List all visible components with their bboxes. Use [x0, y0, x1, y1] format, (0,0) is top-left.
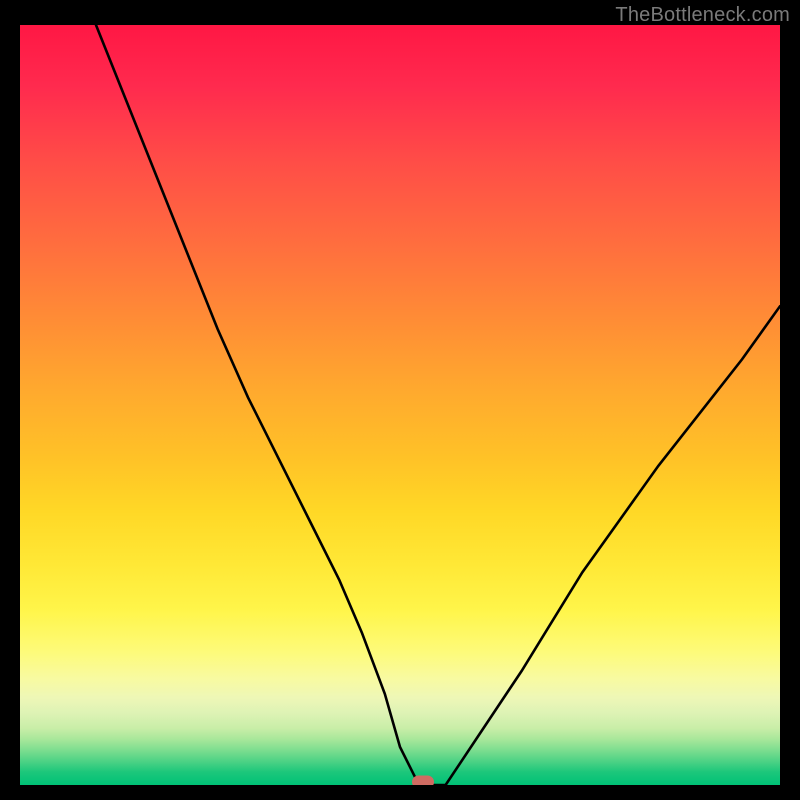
curve-svg: [20, 25, 780, 785]
bottleneck-curve-path: [96, 25, 780, 785]
watermark-text: TheBottleneck.com: [615, 4, 790, 27]
optimum-marker: [412, 776, 434, 786]
plot-area: [20, 25, 780, 785]
chart-frame: TheBottleneck.com: [0, 0, 800, 800]
